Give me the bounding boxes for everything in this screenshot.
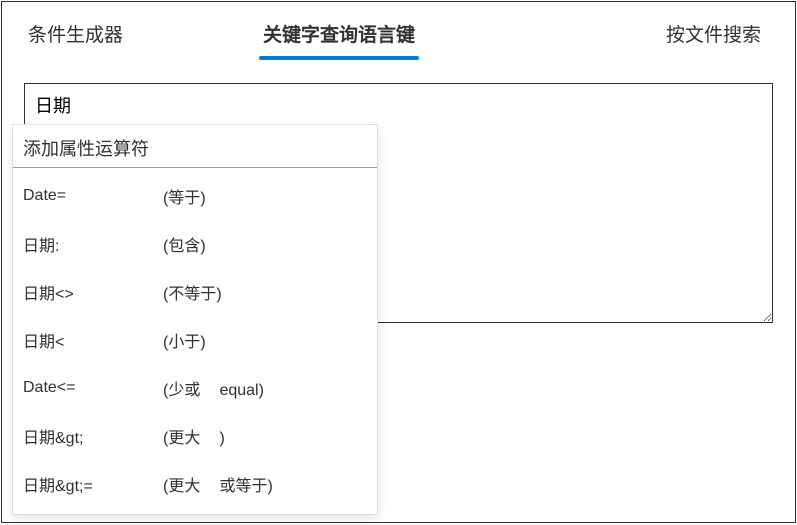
tab-kql-key[interactable]: 关键字查询语言键 [263, 20, 415, 57]
tab-search-by-file[interactable]: 按文件搜索 [666, 20, 761, 57]
operator-key: 日期&gt;= [23, 472, 163, 496]
operator-key: 日期&gt; [23, 424, 163, 448]
operator-item[interactable]: 日期&gt; (更大 ) [13, 412, 377, 460]
operator-desc: (等于) [163, 184, 206, 208]
operator-desc: (更大 或等于) [163, 472, 273, 496]
operator-desc: (更大 ) [163, 424, 225, 448]
operator-item[interactable]: 日期<> (不等于) [13, 268, 377, 316]
operator-desc: (包含) [163, 232, 206, 256]
operator-desc: (小于) [163, 328, 206, 352]
operator-key: Date<= [23, 379, 163, 397]
operator-item[interactable]: Date= (等于) [13, 172, 377, 220]
operator-key: 日期<> [23, 280, 163, 304]
operator-item[interactable]: 日期< (小于) [13, 316, 377, 364]
dropdown-list: Date= (等于) 日期: (包含) 日期<> (不等于) 日期< (小于) … [13, 168, 377, 514]
operator-item[interactable]: 日期: (包含) [13, 220, 377, 268]
operator-key: 日期< [23, 328, 163, 352]
tab-bar: 条件生成器 关键字查询语言键 按文件搜索 [2, 2, 795, 57]
operator-key: Date= [23, 187, 163, 205]
dropdown-header: 添加属性运算符 [13, 125, 377, 168]
operator-suggestion-dropdown: 添加属性运算符 Date= (等于) 日期: (包含) 日期<> (不等于) 日… [12, 124, 378, 515]
operator-desc: (不等于) [163, 280, 222, 304]
operator-desc: (少或 equal) [163, 376, 264, 400]
operator-item[interactable]: 日期&gt;= (更大 或等于) [13, 460, 377, 508]
tab-condition-builder[interactable]: 条件生成器 [28, 20, 123, 57]
operator-item[interactable]: Date<= (少或 equal) [13, 364, 377, 412]
panel: 条件生成器 关键字查询语言键 按文件搜索 日期 添加属性运算符 Date= (等… [1, 1, 796, 523]
operator-key: 日期: [23, 232, 163, 256]
